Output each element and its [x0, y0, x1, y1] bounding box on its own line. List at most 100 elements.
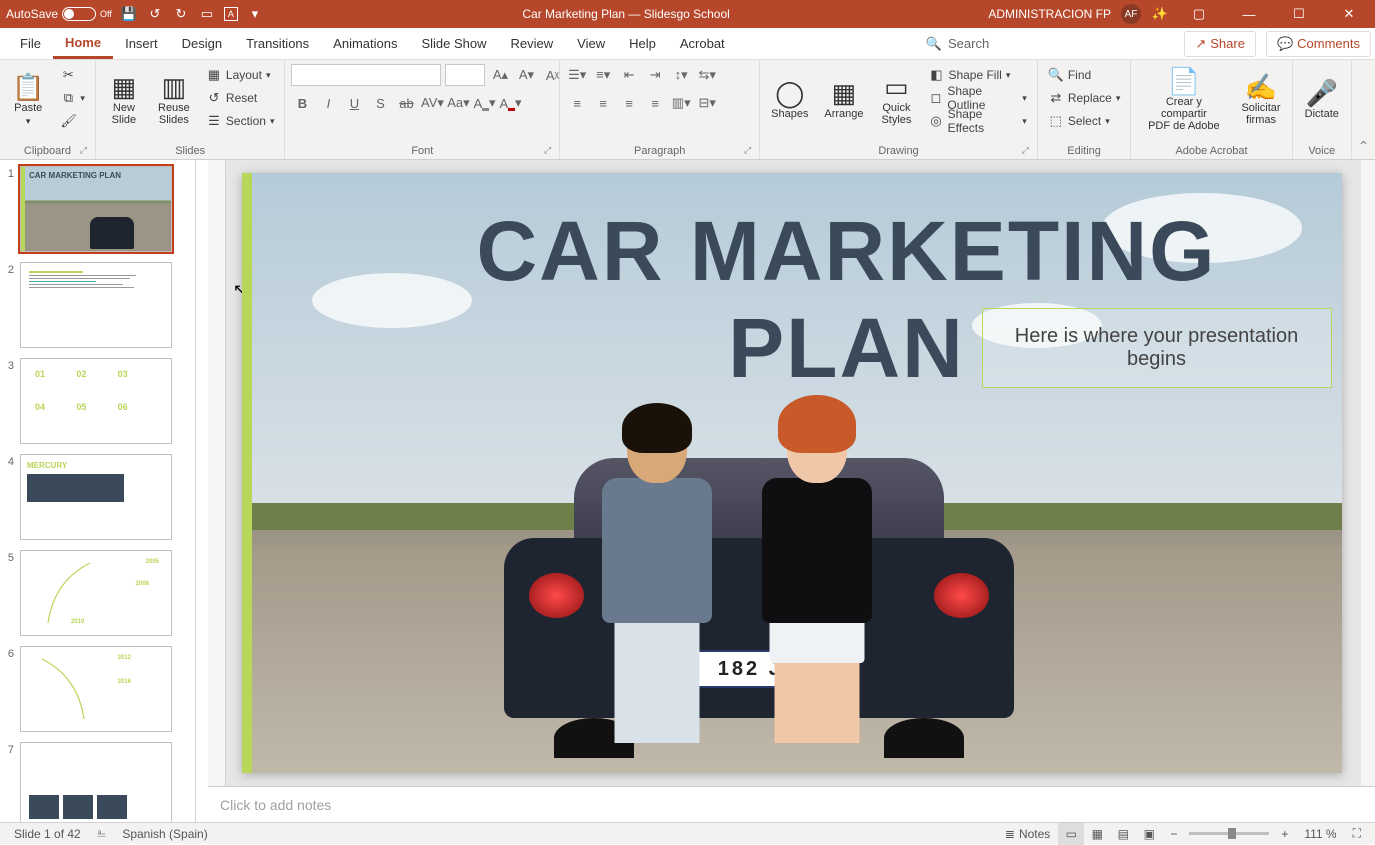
arrange-button[interactable]: ▦Arrange	[819, 64, 868, 136]
slide-subtitle-box[interactable]: Here is where your presentation begins	[982, 308, 1332, 388]
increase-indent-button[interactable]: ⇥	[644, 64, 666, 86]
zoom-in-button[interactable]: +	[1273, 823, 1296, 844]
tab-acrobat[interactable]: Acrobat	[668, 30, 737, 57]
dictate-button[interactable]: 🎤Dictate	[1299, 64, 1345, 136]
coming-soon-icon[interactable]: ✨	[1151, 5, 1169, 23]
section-button[interactable]: ☰Section▾	[202, 110, 279, 132]
replace-button[interactable]: ⇄Replace▾	[1044, 87, 1125, 109]
zoom-slider[interactable]	[1189, 832, 1269, 835]
shape-fill-button[interactable]: ◧Shape Fill▾	[924, 64, 1030, 86]
slide-sorter-view-icon[interactable]: ▦	[1084, 823, 1110, 845]
shape-effects-button[interactable]: ◎Shape Effects▾	[924, 110, 1030, 132]
find-button[interactable]: 🔍Find	[1044, 64, 1125, 86]
strikethrough-button[interactable]: ab	[395, 92, 417, 114]
fit-to-window-icon[interactable]: ⛶	[1345, 823, 1369, 844]
autosave-toggle[interactable]: AutoSave Off	[6, 7, 112, 21]
underline-button[interactable]: U	[343, 92, 365, 114]
reuse-slides-button[interactable]: ▥ Reuse Slides	[152, 64, 196, 136]
notes-pane[interactable]: Click to add notes	[208, 786, 1375, 822]
increase-font-icon[interactable]: A▴	[489, 64, 511, 86]
slide-counter[interactable]: Slide 1 of 42	[6, 823, 89, 844]
notes-toggle[interactable]: ≣Notes	[997, 823, 1058, 844]
qat-icon[interactable]: A	[224, 7, 238, 21]
slide-thumbnail-7[interactable]	[20, 742, 172, 822]
tab-slideshow[interactable]: Slide Show	[409, 30, 498, 57]
zoom-out-button[interactable]: −	[1162, 823, 1185, 844]
decrease-font-icon[interactable]: A▾	[515, 64, 537, 86]
quick-styles-button[interactable]: ▭Quick Styles	[874, 64, 918, 136]
copy-button[interactable]: ⧉▾	[56, 87, 89, 109]
slide-thumbnail-4[interactable]: MERCURY	[20, 454, 172, 540]
paste-button[interactable]: 📋 Paste ▾	[6, 64, 50, 136]
share-button[interactable]: ↗ Share	[1184, 31, 1256, 57]
redo-icon[interactable]: ↻	[172, 5, 190, 23]
text-direction-button[interactable]: ⇆▾	[696, 64, 718, 86]
layout-button[interactable]: ▦Layout▾	[202, 64, 279, 86]
numbering-button[interactable]: ≡▾	[592, 64, 614, 86]
bullets-button[interactable]: ☰▾	[566, 64, 588, 86]
comments-button[interactable]: 💬 Comments	[1266, 31, 1371, 57]
close-icon[interactable]: ✕	[1329, 2, 1369, 26]
cut-button[interactable]: ✂	[56, 64, 89, 86]
slideshow-view-icon[interactable]: ▣	[1136, 823, 1162, 845]
slide[interactable]: CAR MARKETING PLAN Here is where your pr…	[242, 173, 1342, 773]
highlight-color-button[interactable]: A▾	[473, 92, 495, 114]
reading-view-icon[interactable]: ▤	[1110, 823, 1136, 845]
tab-transitions[interactable]: Transitions	[234, 30, 321, 57]
tab-help[interactable]: Help	[617, 30, 668, 57]
zoom-level[interactable]: 111 %	[1296, 823, 1344, 844]
align-right-button[interactable]: ≡	[618, 92, 640, 114]
qat-customize-icon[interactable]: ▾	[246, 5, 264, 23]
select-button[interactable]: ⬚Select▾	[1044, 110, 1125, 132]
dialog-launcher-icon[interactable]: ⤢	[80, 145, 87, 156]
create-share-pdf-button[interactable]: 📄Crear y compartir PDF de Adobe	[1137, 64, 1230, 136]
columns-button[interactable]: ▥▾	[670, 92, 692, 114]
shadow-button[interactable]: S	[369, 92, 391, 114]
align-left-button[interactable]: ≡	[566, 92, 588, 114]
slide-thumbnail-5[interactable]: 2005 2008 2010	[20, 550, 172, 636]
slide-thumbnail-3[interactable]: 010203040506	[20, 358, 172, 444]
minimize-icon[interactable]: —	[1229, 2, 1269, 26]
tab-home[interactable]: Home	[53, 29, 113, 59]
slide-canvas[interactable]: ↖ CAR MARKETING PLAN Here is where your …	[208, 160, 1375, 786]
search-button[interactable]: 🔍 Search	[916, 32, 999, 56]
dialog-launcher-icon[interactable]: ⤢	[544, 145, 551, 156]
font-color-button[interactable]: A▾	[499, 92, 521, 114]
tab-file[interactable]: File	[8, 30, 53, 57]
change-case-button[interactable]: Aa▾	[447, 92, 469, 114]
line-spacing-button[interactable]: ↕▾	[670, 64, 692, 86]
italic-button[interactable]: I	[317, 92, 339, 114]
tab-review[interactable]: Review	[499, 30, 566, 57]
slide-thumbnail-panel[interactable]: 1 CAR MARKETING PLAN 2 3 010203040506 4	[0, 160, 196, 822]
tab-view[interactable]: View	[565, 30, 617, 57]
spellcheck-icon[interactable]: ⎁	[89, 823, 115, 844]
bold-button[interactable]: B	[291, 92, 313, 114]
decrease-indent-button[interactable]: ⇤	[618, 64, 640, 86]
slideshow-start-icon[interactable]: ▭	[198, 5, 216, 23]
shape-outline-button[interactable]: ◻Shape Outline▾	[924, 87, 1030, 109]
slide-thumbnail-1[interactable]: CAR MARKETING PLAN	[20, 166, 172, 252]
font-size-input[interactable]	[445, 64, 485, 86]
align-center-button[interactable]: ≡	[592, 92, 614, 114]
save-icon[interactable]: 💾	[120, 5, 138, 23]
new-slide-button[interactable]: ▦ New Slide	[102, 64, 146, 136]
vertical-scrollbar[interactable]	[1361, 160, 1375, 786]
reset-button[interactable]: ↺Reset	[202, 87, 279, 109]
slide-thumbnail-6[interactable]: 2012 2016	[20, 646, 172, 732]
ribbon-display-options-icon[interactable]: ▢	[1179, 2, 1219, 26]
tab-animations[interactable]: Animations	[321, 30, 409, 57]
normal-view-icon[interactable]: ▭	[1058, 823, 1084, 845]
slide-thumbnail-2[interactable]	[20, 262, 172, 348]
undo-icon[interactable]: ↺	[146, 5, 164, 23]
dialog-launcher-icon[interactable]: ⤢	[1022, 145, 1029, 156]
font-family-input[interactable]	[291, 64, 441, 86]
shapes-button[interactable]: ◯Shapes	[766, 64, 813, 136]
align-text-button[interactable]: ⊟▾	[696, 92, 718, 114]
account-name[interactable]: ADMINISTRACION FP	[988, 7, 1111, 21]
toggle-switch[interactable]	[62, 7, 96, 21]
tab-design[interactable]: Design	[170, 30, 234, 57]
thumbnail-scrollbar[interactable]	[196, 160, 208, 822]
language-status[interactable]: Spanish (Spain)	[114, 823, 215, 844]
collapse-ribbon-icon[interactable]: ⌃	[1352, 60, 1375, 159]
request-signatures-button[interactable]: ✍Solicitar firmas	[1236, 64, 1285, 136]
